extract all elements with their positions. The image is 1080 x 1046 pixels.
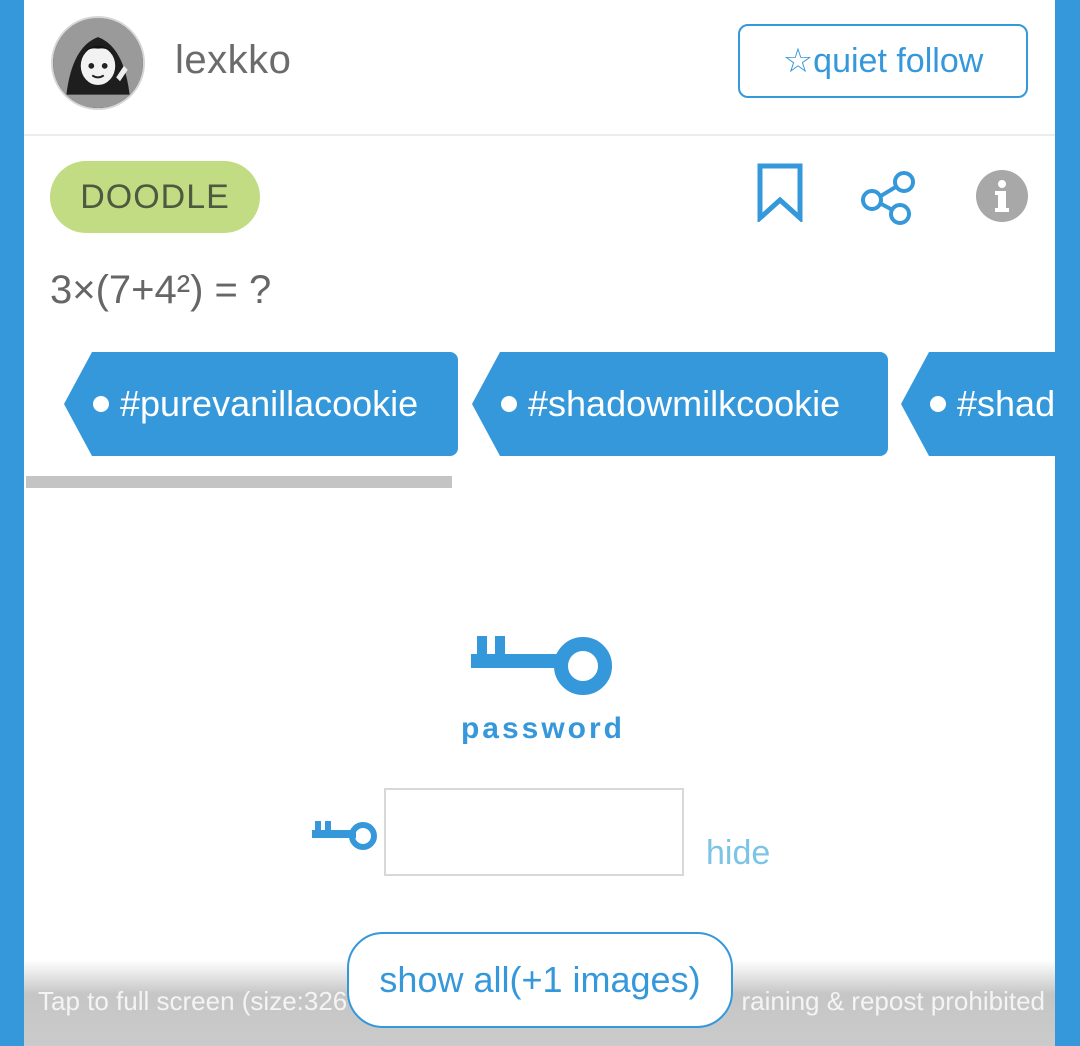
- tag-label: #purevanillacookie: [120, 383, 419, 424]
- key-icon: [471, 632, 613, 702]
- quiet-follow-button[interactable]: ☆quiet follow: [738, 24, 1028, 98]
- tag-list: #purevanillacookie #shadowmilkcookie #sh…: [24, 352, 1055, 458]
- category-badge[interactable]: DOODLE: [50, 161, 260, 233]
- post-card: lexkko ☆quiet follow DOODLE 3×(7+4²) = ?: [24, 0, 1055, 1046]
- tag-dot: [930, 396, 946, 412]
- tag-dot: [501, 396, 517, 412]
- key-icon: [312, 818, 378, 852]
- tag-shad[interactable]: #shad: [901, 352, 1055, 456]
- info-icon[interactable]: [976, 170, 1028, 222]
- show-all-button[interactable]: show all(+1 images): [347, 932, 733, 1028]
- bookmark-icon[interactable]: [756, 162, 804, 224]
- avatar[interactable]: [51, 16, 145, 110]
- username[interactable]: lexkko: [175, 38, 291, 83]
- tag-label: #shadowmilkcookie: [528, 383, 841, 424]
- tag-shadowmilkcookie[interactable]: #shadowmilkcookie: [472, 352, 888, 456]
- tag-label: #shad: [957, 383, 1055, 424]
- avatar-image: [53, 18, 143, 108]
- tag-dot: [93, 396, 109, 412]
- tag-purevanillacookie[interactable]: #purevanillacookie: [64, 352, 458, 456]
- repost-notice: raining & repost prohibited: [741, 986, 1045, 1016]
- post-header: lexkko ☆quiet follow: [24, 0, 1055, 136]
- password-heading: password: [460, 712, 626, 745]
- hide-link[interactable]: hide: [706, 834, 770, 873]
- share-icon[interactable]: [860, 170, 918, 226]
- full-screen-hint[interactable]: Tap to full screen (size:326: [38, 986, 347, 1017]
- post-title: 3×(7+4²) = ?: [50, 268, 272, 312]
- password-input[interactable]: [384, 788, 684, 876]
- tag-scrollbar[interactable]: [26, 476, 452, 488]
